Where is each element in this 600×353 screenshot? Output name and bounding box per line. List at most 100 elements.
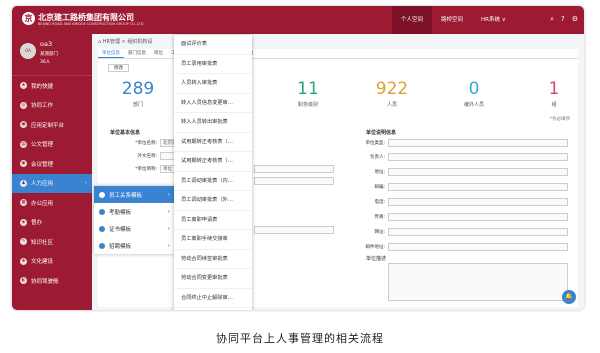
sidebar: OA oa3 某测部门 36人 ★ 我的快捷 ◎ 协同工作 ▣ 应用定制平台 ▤ 公文管…: [12, 34, 92, 310]
menu-item-contract-termination[interactable]: 合同终止中止解除审…: [174, 289, 252, 308]
menu-item-transfer-internal[interactable]: 员工调动审批表（内…: [174, 172, 252, 191]
left-extra-field[interactable]: [254, 165, 334, 173]
left-extra-field-2[interactable]: [254, 177, 334, 185]
settings-icon[interactable]: ⚙: [572, 15, 578, 24]
menu-item-contract-renewal[interactable]: 劳动合同续签审批表: [174, 250, 252, 269]
chevron-right-icon: ›: [167, 225, 170, 232]
sidebar-item-meetings[interactable]: ◉ 会议管理: [12, 154, 92, 174]
avatar[interactable]: OA: [20, 43, 36, 59]
hr-submenu: 员工关系模板 › 考勤模板 › 证书模板 › 招聘模板 ›: [94, 186, 174, 254]
top-bar: 京 北京建工路桥集团有限公司 BEIJING ROAD AND BRIDGE C…: [12, 6, 584, 34]
company-logo-icon: 京: [22, 12, 35, 25]
field-label: 邮件地址:: [365, 245, 385, 250]
sidebar-item-supervise[interactable]: ◈ 督办: [12, 213, 92, 233]
submenu-recruitment[interactable]: 招聘模板 ›: [94, 237, 174, 254]
hr-icon: ♟: [20, 179, 27, 187]
menu-item-interview-eval[interactable]: 面试评价表: [174, 35, 252, 55]
menu-item-transfer-in[interactable]: 人员转入审批表: [174, 74, 252, 94]
edit-button[interactable]: 修改: [108, 64, 129, 72]
bullet-icon: [99, 242, 105, 249]
menu-item-handover[interactable]: 员工离职手续交接单: [174, 230, 252, 250]
fax-field[interactable]: 传真:: [374, 213, 568, 221]
sidebar-item-label: 公文管理: [31, 142, 54, 149]
sidebar-item-culture[interactable]: ❖ 文化建设: [12, 252, 92, 272]
address-field[interactable]: 地址:: [374, 168, 568, 176]
phone-field[interactable]: 电话:: [374, 198, 568, 206]
sidebar-item-shortcuts[interactable]: ★ 我的快捷: [12, 76, 92, 96]
nav-personal-space[interactable]: 个人空间: [392, 6, 433, 34]
submenu-attendance[interactable]: 考勤模板 ›: [94, 203, 174, 220]
field-label: 地址:: [374, 170, 385, 175]
stat-job-levels[interactable]: 11 职务级别: [278, 79, 338, 108]
menu-item-transfer-out[interactable]: 转入人员转出审批表: [174, 113, 252, 133]
help-icon[interactable]: ?: [561, 15, 565, 24]
email-field[interactable]: 邮件地址:: [365, 243, 568, 251]
breadcrumb-text: HR管理 > 组织机构设: [102, 39, 153, 45]
sidebar-item-documents[interactable]: ▤ 公文管理: [12, 135, 92, 155]
stat-staff[interactable]: 922 人员: [362, 79, 422, 108]
stat-external-staff[interactable]: 0 编外人员: [444, 79, 504, 108]
field-label: 外文名称:: [137, 154, 157, 159]
field-label: *单位简称:: [135, 167, 157, 172]
sidebar-item-app-platform[interactable]: ▣ 应用定制平台: [12, 115, 92, 135]
stat-value: 922: [375, 79, 409, 99]
app-icon: ▣: [20, 121, 27, 129]
website-field[interactable]: 网址:: [374, 228, 568, 236]
company-name-en: BEIJING ROAD AND BRIDGE CONSTRUCTION GRO…: [38, 22, 144, 26]
sidebar-item-label: 文化建设: [31, 259, 54, 266]
figure-caption: 协同平台上人事管理的相关流程: [216, 332, 384, 345]
sidebar-item-collab[interactable]: ◎ 协同工作: [12, 96, 92, 116]
nav-hr-system[interactable]: HR系统 ∨: [472, 6, 515, 34]
leader-field[interactable]: 负责人:: [370, 153, 568, 161]
user-count: 36人: [40, 60, 51, 65]
submenu-employee-relations[interactable]: 员工关系模板 ›: [94, 186, 174, 203]
tab-post[interactable]: 岗位: [150, 49, 167, 58]
stat-label: 部门: [132, 102, 143, 108]
menu-item-transfer-info-change[interactable]: 转入人员信息变更审…: [174, 94, 252, 113]
postcode-field[interactable]: 邮编:: [374, 183, 568, 191]
stat-groups[interactable]: 1组: [524, 79, 584, 108]
sidebar-item-label: 应用定制平台: [31, 122, 65, 129]
stats-row: 289 部门 11 职务级别 922 人员 0 编外人员 1 组: [98, 79, 578, 113]
document-icon: ▤: [20, 140, 27, 148]
submenu-certificate[interactable]: 证书模板 ›: [94, 220, 174, 237]
chevron-right-icon: ›: [167, 191, 170, 198]
tab-dept-info[interactable]: 部门信息: [124, 49, 150, 58]
left-extra-field-3[interactable]: [254, 226, 334, 234]
sidebar-item-knowledge[interactable]: ✎ 知识社区: [12, 232, 92, 252]
stat-value: 1: [548, 79, 560, 99]
tab-unit-info[interactable]: 单位信息: [98, 49, 124, 58]
stat-departments[interactable]: 289 部门: [108, 79, 168, 108]
menu-item-probation-review-1[interactable]: 试用期转正考核表（…: [174, 133, 252, 152]
nav-road-bridge-space[interactable]: 路桥空间: [432, 6, 472, 34]
menu-item-probation-review-2[interactable]: 试用期转正考核表（…: [174, 152, 252, 172]
unit-type-field[interactable]: 单位类型:: [365, 139, 568, 147]
sidebar-item-label: 人力应用: [31, 181, 54, 188]
field-label: *单位名称:: [135, 141, 157, 146]
menu-item-contract-change[interactable]: 劳动合同变更审批表: [174, 269, 252, 289]
notification-bell-icon[interactable]: 🔔: [562, 290, 576, 304]
search-icon[interactable]: ⌕: [550, 15, 554, 24]
culture-icon: ❖: [20, 257, 27, 265]
field-label: 负责人:: [369, 155, 385, 160]
stat-value: 0: [468, 79, 480, 99]
menu-item-hire-approval[interactable]: 员工录用审批表: [174, 55, 252, 74]
sidebar-item-office[interactable]: ▦ 办公应用: [12, 193, 92, 213]
tab-bar: 单位信息 部门信息 岗位 工作关系 … 组织信息 编外人员: [98, 49, 578, 59]
submenu-label: 证书模板: [109, 226, 132, 233]
menu-item-resignation[interactable]: 员工离职申请表: [174, 211, 252, 230]
sidebar-item-hr[interactable]: ♟ 人力应用 ›: [12, 173, 92, 193]
left-form-title: 单位基本信息: [110, 130, 141, 136]
top-nav: 个人空间 路桥空间 HR系统 ∨: [392, 6, 515, 34]
bullet-icon: [99, 225, 105, 232]
stat-label: 职务级别: [297, 102, 318, 108]
unit-desc-textarea[interactable]: [388, 263, 568, 301]
cockpit-icon: ◐: [20, 277, 27, 285]
sidebar-item-cockpit[interactable]: ◐ 协同驾驶舱: [12, 271, 92, 291]
sidebar-item-label: 协同工作: [31, 103, 54, 110]
menu-item-transfer-external[interactable]: 员工调动审批表（外…: [174, 191, 252, 211]
right-form-title: 单位说明信息: [366, 130, 397, 136]
stat-value: 11: [297, 79, 319, 99]
field-label: 传真:: [374, 215, 385, 220]
sidebar-item-label: 督办: [31, 220, 43, 227]
